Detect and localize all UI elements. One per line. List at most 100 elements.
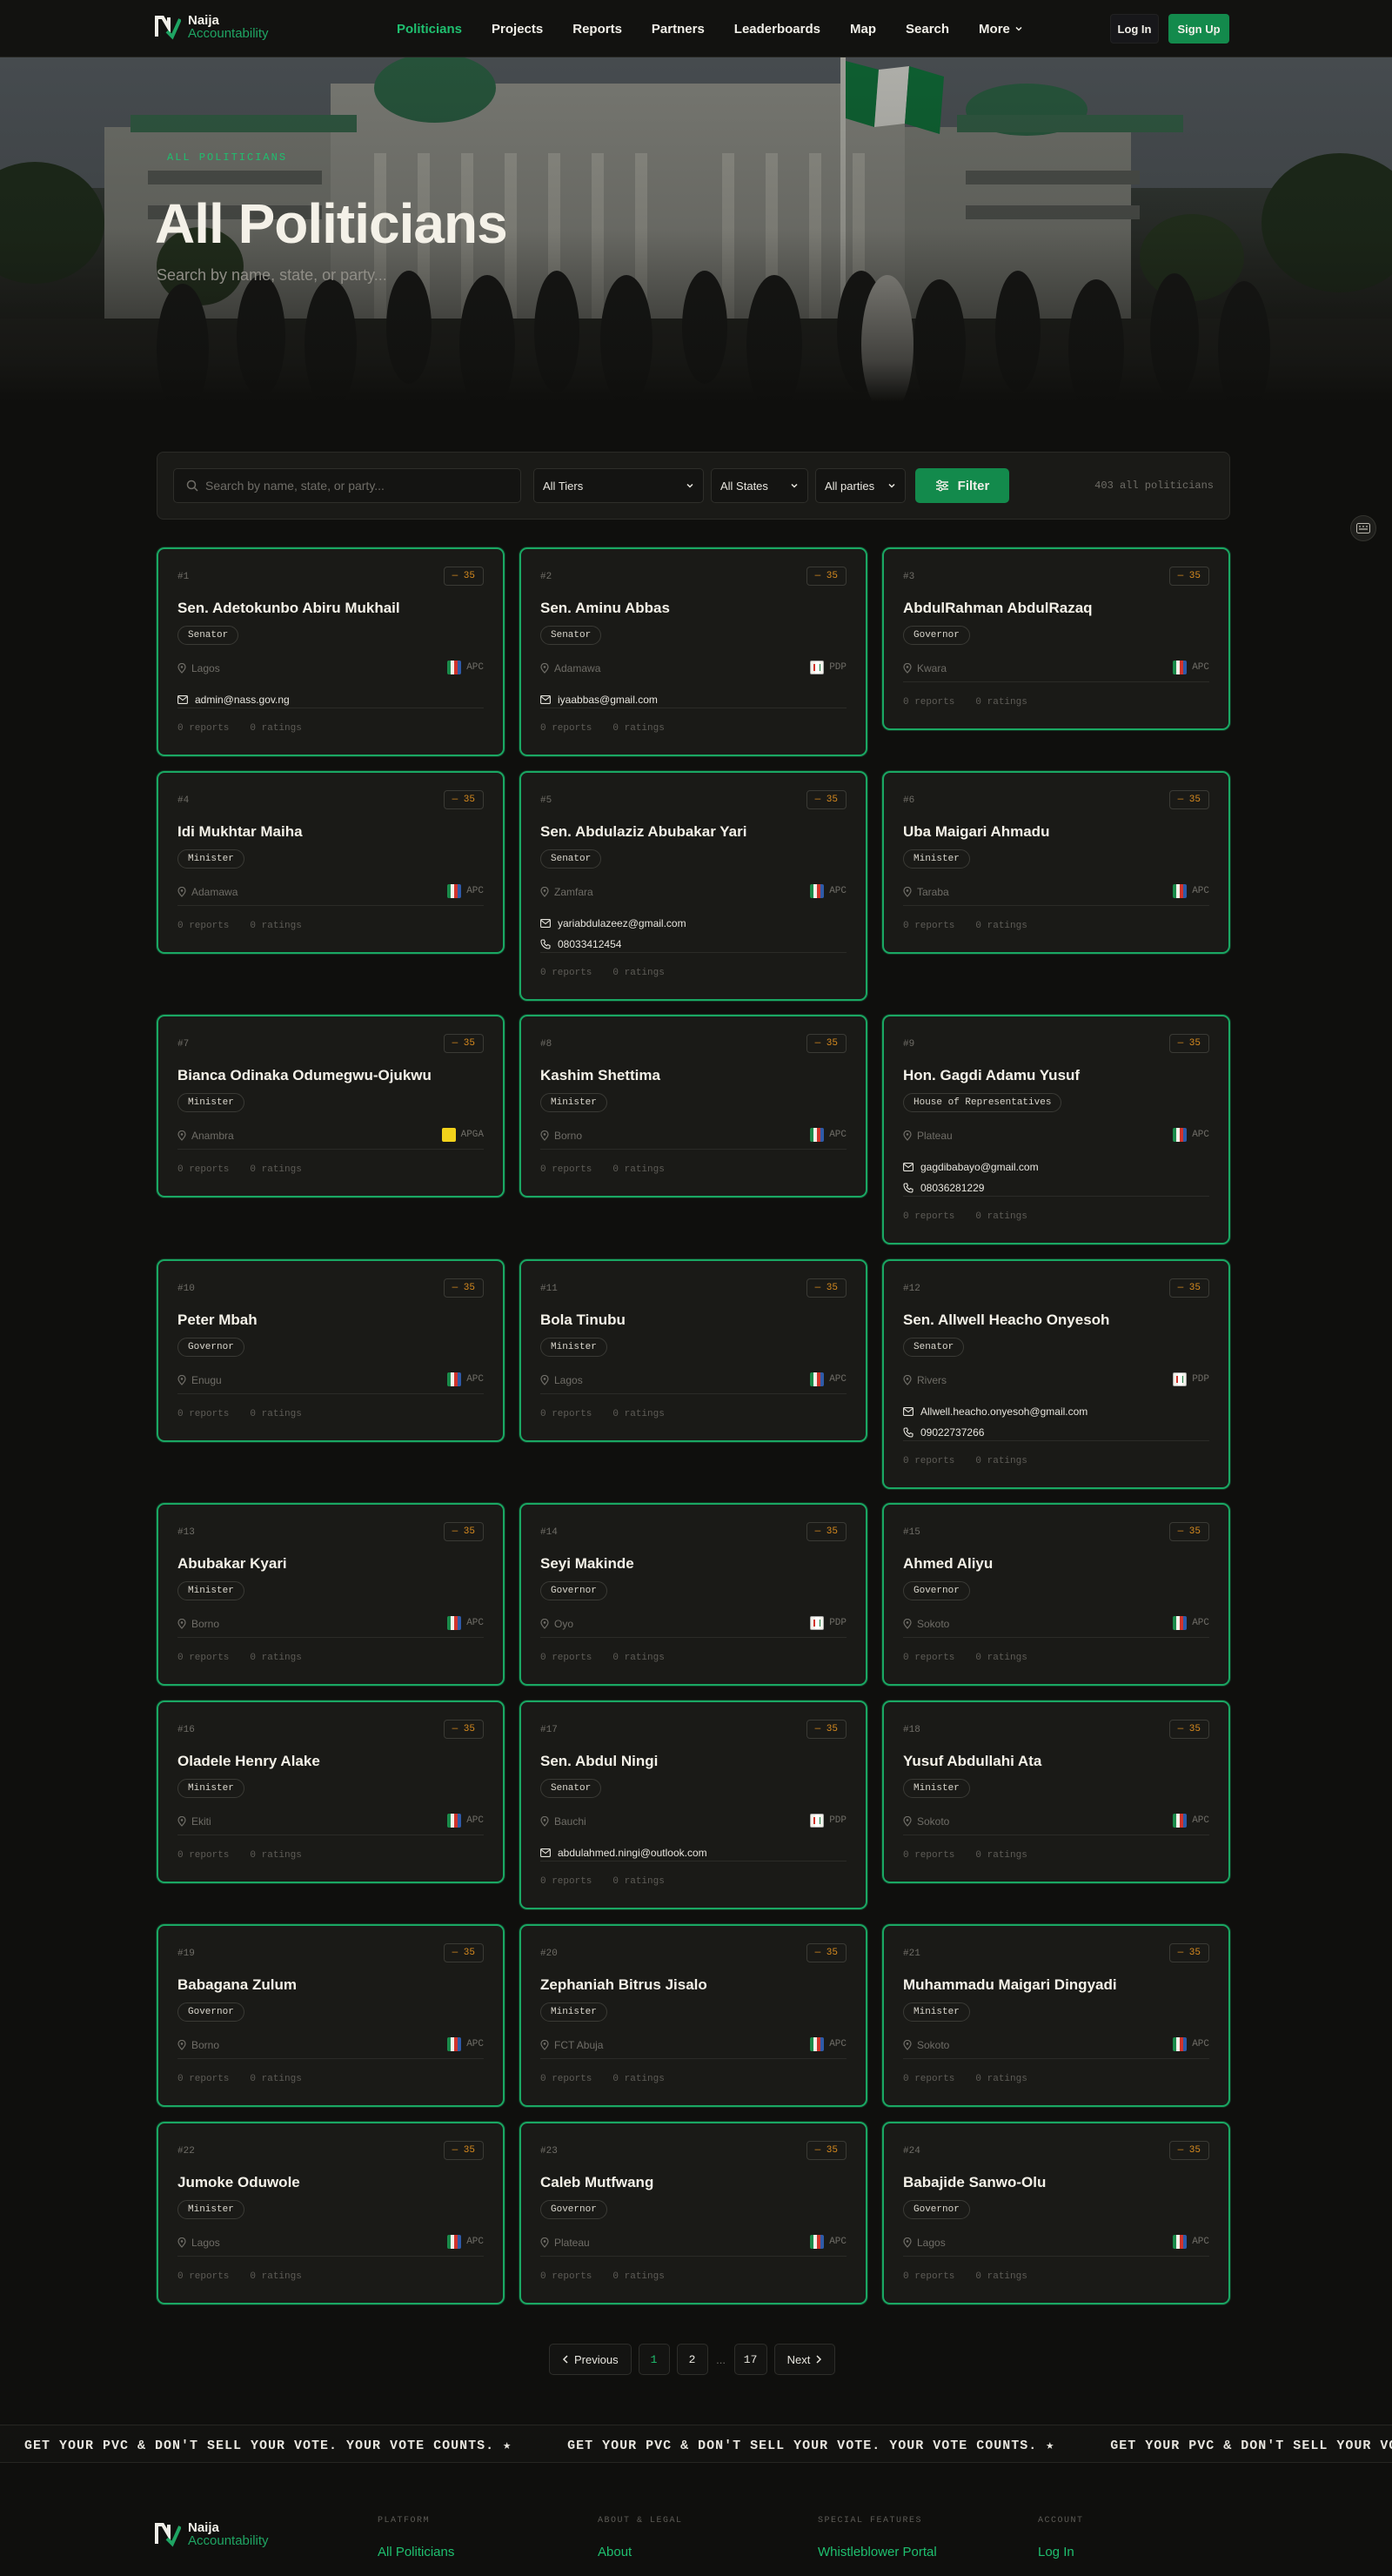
email-contact[interactable]: iyaabbas@gmail.com [540,694,658,706]
reports-count: 0 reports [540,2271,592,2282]
politician-name[interactable]: Sen. Adetokunbo Abiru Mukhail [177,600,400,617]
politician-name[interactable]: Babagana Zulum [177,1976,297,1994]
search-input[interactable] [205,479,501,493]
politician-card[interactable]: #10 — 35 Peter Mbah Governor Enugu APC 0 repor… [157,1259,505,1442]
email-contact[interactable]: yariabdulazeez@gmail.com [540,917,686,929]
footer-link-about[interactable]: About [598,2545,683,2559]
footer: Naija Accountability PLATFORM All Politi… [0,2464,1392,2576]
reports-count: 0 reports [540,2074,592,2084]
party-flag-apc [447,1616,462,1630]
email-contact[interactable]: Allwell.heacho.onyesoh@gmail.com [903,1405,1088,1418]
party-flag-apc [810,2037,825,2051]
politician-card[interactable]: #4 — 35 Idi Mukhtar Maiha Minister Adamawa AP… [157,771,505,954]
politician-card[interactable]: #22 — 35 Jumoke Oduwole Minister Lagos APC 0 r… [157,2122,505,2304]
phone-contact[interactable]: 08033412454 [540,938,621,950]
politician-card[interactable]: #1 — 35 Sen. Adetokunbo Abiru Mukhail Senat… [157,547,505,756]
politician-card[interactable]: #20 — 35 Zephaniah Bitrus Jisalo Minister FC… [519,1924,867,2107]
politician-name[interactable]: Bianca Odinaka Odumegwu-Ojukwu [177,1067,432,1084]
page-last-button[interactable]: 17 [733,2344,767,2375]
role-badge: Minister [177,1093,244,1112]
nav-projects[interactable]: Projects [492,22,543,37]
politician-card[interactable]: #17 — 35 Sen. Abdul Ningi Senator Bauchi PDP a… [519,1701,867,1909]
politician-card[interactable]: #12 — 35 Sen. Allwell Heacho Onyesoh Senato… [882,1259,1230,1489]
footer-logo[interactable]: Naija Accountability [155,2521,269,2547]
politician-name[interactable]: Abubakar Kyari [177,1555,287,1573]
politician-name[interactable]: Muhammadu Maigari Dingyadi [903,1976,1117,1994]
politician-name[interactable]: Hon. Gagdi Adamu Yusuf [903,1067,1080,1084]
politician-name[interactable]: Uba Maigari Ahmadu [903,823,1049,841]
tier-select[interactable]: All Tiers [533,468,704,503]
politician-card[interactable]: #7 — 35 Bianca Odinaka Odumegwu-Ojukwu Mini… [157,1015,505,1197]
politician-name[interactable]: Sen. Abdul Ningi [540,1753,658,1770]
politician-card[interactable]: #19 — 35 Babagana Zulum Governor Borno APC 0 r… [157,1924,505,2107]
card-number: #6 [903,795,915,806]
politician-card[interactable]: #3 — 35 AbdulRahman AbdulRazaq Governor Kwar… [882,547,1230,730]
politician-name[interactable]: Seyi Makinde [540,1555,634,1573]
phone-contact[interactable]: 09022737266 [903,1426,984,1439]
politician-name[interactable]: Sen. Allwell Heacho Onyesoh [903,1311,1109,1329]
login-button[interactable]: Log In [1110,14,1159,44]
politician-card[interactable]: #24 — 35 Babajide Sanwo-Olu Governor Lagos AP… [882,2122,1230,2304]
politician-name[interactable]: Jumoke Oduwole [177,2174,300,2191]
politician-card[interactable]: #23 — 35 Caleb Mutfwang Governor Plateau APC 0… [519,2122,867,2304]
politician-name[interactable]: Kashim Shettima [540,1067,660,1084]
ratings-count: 0 ratings [975,1211,1027,1222]
nav-politicians[interactable]: Politicians [397,22,462,37]
politician-card[interactable]: #21 — 35 Muhammadu Maigari Dingyadi Ministe… [882,1924,1230,2107]
filter-button[interactable]: Filter [915,468,1009,503]
politician-name[interactable]: Idi Mukhtar Maiha [177,823,303,841]
phone-icon [540,939,551,949]
nav-search[interactable]: Search [906,22,949,37]
email-address: abdulahmed.ningi@outlook.com [558,1847,707,1859]
state-select[interactable]: All States [711,468,808,503]
politician-card[interactable]: #15 — 35 Ahmed Aliyu Governor Sokoto APC 0 rep… [882,1503,1230,1686]
previous-button[interactable]: Previous [549,2344,632,2375]
politician-name[interactable]: Caleb Mutfwang [540,2174,653,2191]
politician-card[interactable]: #18 — 35 Yusuf Abdullahi Ata Minister Sokoto… [882,1701,1230,1883]
nav-more[interactable]: More [979,22,1023,37]
state-name: Borno [191,1618,220,1630]
signup-button[interactable]: Sign Up [1168,14,1229,44]
politician-card[interactable]: #2 — 35 Sen. Aminu Abbas Senator Adamawa PDP i… [519,547,867,756]
brand-logo[interactable]: Naija Accountability [155,14,269,40]
email-contact[interactable]: admin@nass.gov.ng [177,694,290,706]
politician-name[interactable]: Babajide Sanwo-Olu [903,2174,1046,2191]
politician-card[interactable]: #6 — 35 Uba Maigari Ahmadu Minister Taraba AP… [882,771,1230,954]
nav-reports[interactable]: Reports [572,22,622,37]
card-divider [903,1196,1209,1197]
politician-card[interactable]: #16 — 35 Oladele Henry Alake Minister Ekiti A… [157,1701,505,1883]
phone-contact[interactable]: 08036281229 [903,1182,984,1194]
page-2-button[interactable]: 2 [676,2344,708,2375]
footer-link-login[interactable]: Log In [1038,2545,1084,2559]
email-contact[interactable]: abdulahmed.ningi@outlook.com [540,1847,707,1859]
footer-link-all-politicians[interactable]: All Politicians [378,2545,454,2559]
politician-card[interactable]: #5 — 35 Sen. Abdulaziz Abubakar Yari Senato… [519,771,867,1001]
next-button[interactable]: Next [773,2344,836,2375]
politician-name[interactable]: AbdulRahman AbdulRazaq [903,600,1093,617]
party-select[interactable]: All parties [815,468,906,503]
footer-link-whistleblower[interactable]: Whistleblower Portal [818,2545,937,2559]
politician-card[interactable]: #11 — 35 Bola Tinubu Minister Lagos APC 0 repo… [519,1259,867,1442]
nav-leaderboards[interactable]: Leaderboards [734,22,820,37]
politician-name[interactable]: Oladele Henry Alake [177,1753,320,1770]
nav-partners[interactable]: Partners [652,22,705,37]
politician-card[interactable]: #9 — 35 Hon. Gagdi Adamu Yusuf House of Rep… [882,1015,1230,1244]
page-1-button[interactable]: 1 [638,2344,670,2375]
next-label: Next [786,2352,811,2366]
politician-card[interactable]: #13 — 35 Abubakar Kyari Minister Borno APC 0 r… [157,1503,505,1686]
politician-name[interactable]: Zephaniah Bitrus Jisalo [540,1976,707,1994]
politician-name[interactable]: Bola Tinubu [540,1311,626,1329]
card-stats: 0 reports 0 ratings [177,1409,302,1419]
politician-name[interactable]: Ahmed Aliyu [903,1555,993,1573]
state-name: Sokoto [917,1815,950,1828]
politician-name[interactable]: Peter Mbah [177,1311,258,1329]
politician-name[interactable]: Sen. Aminu Abbas [540,600,670,617]
politician-card[interactable]: #8 — 35 Kashim Shettima Minister Borno APC 0 r… [519,1015,867,1197]
politician-name[interactable]: Yusuf Abdullahi Ata [903,1753,1041,1770]
accessibility-widget[interactable] [1350,515,1376,541]
nav-map[interactable]: Map [850,22,876,37]
politician-card[interactable]: #14 — 35 Seyi Makinde Governor Oyo PDP 0 repor… [519,1503,867,1686]
email-contact[interactable]: gagdibabayo@gmail.com [903,1161,1039,1173]
politician-name[interactable]: Sen. Abdulaziz Abubakar Yari [540,823,746,841]
score-badge: — 35 [443,2141,484,2160]
